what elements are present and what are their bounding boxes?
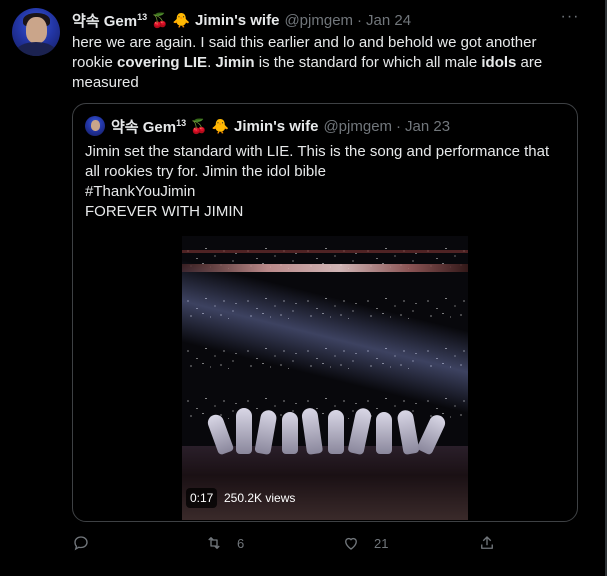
reply-button[interactable]: [72, 532, 104, 554]
separator-dot: ·: [357, 11, 363, 29]
more-options-icon[interactable]: ···: [558, 8, 582, 28]
quoted-handle: @pjmgem: [323, 117, 393, 135]
tweet-date[interactable]: Jan 24: [366, 12, 411, 29]
quoted-avatar-face: [91, 120, 100, 131]
handle[interactable]: @pjmgem: [284, 12, 353, 29]
quoted-avatar[interactable]: [85, 116, 105, 136]
share-button[interactable]: [478, 532, 510, 554]
tweet[interactable]: 약속 Gem13 🍒 🐥 Jimin's wife @pjmgem · Jan …: [0, 0, 607, 576]
video-timestamp: 0:17: [186, 488, 218, 508]
dancer: [236, 408, 252, 454]
video-player[interactable]: 0:17 250.2K views: [182, 236, 468, 520]
video-views: 250.2K views: [224, 491, 296, 505]
dancer: [396, 408, 420, 456]
tweet-text-segment: is the standard for which all male: [254, 54, 482, 71]
tweet-text-bold: Jimin: [215, 54, 255, 71]
video-dancers: [205, 394, 462, 456]
tweet-text: here we are again. I said this earlier a…: [72, 33, 562, 93]
retweet-count: 6: [237, 535, 245, 551]
baby-chick-icon: 🐥: [211, 118, 230, 134]
dancer: [254, 408, 278, 456]
tweet-text-bold: idols: [481, 54, 517, 71]
cherries-icon: 🍒: [151, 12, 169, 28]
quoted-tweet[interactable]: 약속 Gem13 🍒 🐥 Jimin's wife @pjmgem · Jan …: [72, 103, 578, 522]
avatar-face: [26, 17, 47, 43]
quoted-hashtag[interactable]: #ThankYouJimin: [85, 182, 565, 202]
quoted-display-name-suffix: Jimin's wife: [234, 117, 319, 135]
quoted-separator-dot: ·: [396, 117, 402, 135]
quoted-line: Jimin set the standard with LIE. This is…: [85, 143, 550, 180]
display-name[interactable]: 약속 Gem13: [72, 10, 147, 31]
retweet-button[interactable]: 6: [205, 532, 244, 554]
dancer: [347, 406, 373, 456]
dancer: [416, 412, 448, 456]
dancer: [300, 407, 324, 455]
baby-chick-icon: 🐥: [172, 12, 191, 28]
dancer: [376, 412, 392, 454]
video-stage-rig: [182, 250, 468, 253]
tweet-text-bold: covering LIE: [117, 54, 208, 71]
quoted-text: Jimin set the standard with LIE. This is…: [85, 142, 565, 222]
video-stage-floor: [182, 446, 468, 520]
heart-icon: [345, 537, 357, 550]
tweet-header: 약속 Gem13 🍒 🐥 Jimin's wife @pjmgem · Jan …: [72, 10, 411, 30]
dancer: [282, 412, 298, 454]
share-icon: [481, 536, 493, 549]
like-count: 21: [374, 535, 389, 551]
reply-icon: [74, 536, 88, 551]
avatar[interactable]: [12, 8, 60, 56]
quoted-header: 약속 Gem13 🍒 🐥 Jimin's wife @pjmgem · Jan …: [111, 117, 451, 136]
like-button[interactable]: 21: [342, 532, 388, 554]
dancer: [328, 410, 344, 454]
quoted-display-name: 약속 Gem13: [111, 117, 187, 136]
retweet-icon: [208, 537, 220, 549]
cherries-icon: 🍒: [190, 118, 208, 134]
quoted-date: Jan 23: [405, 117, 451, 135]
tweet-actions: 6 21: [72, 532, 512, 554]
avatar-shoulders: [16, 42, 56, 56]
display-name-suffix[interactable]: Jimin's wife: [195, 12, 279, 29]
quoted-line: FOREVER WITH JIMIN: [85, 203, 244, 220]
